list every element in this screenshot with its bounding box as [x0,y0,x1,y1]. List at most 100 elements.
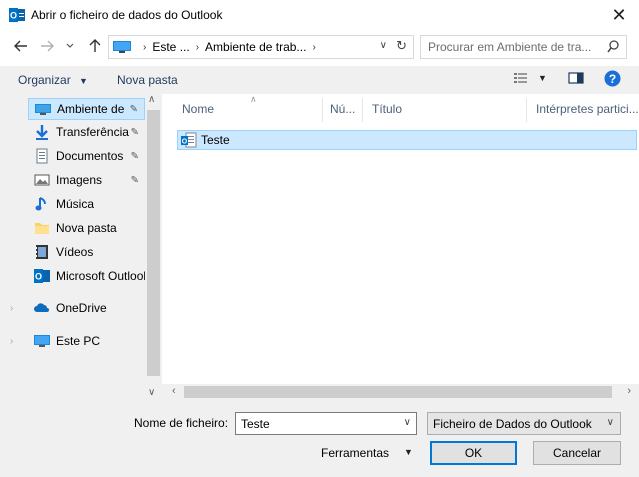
preview-pane-button[interactable] [568,71,584,88]
sidebar-item-new-folder[interactable]: Nova pasta [34,217,145,239]
outlook-data-file-icon: O [181,132,197,148]
dialog-footer: Nome de ficheiro: ∨ Ficheiro de Dados do… [0,400,639,477]
column-header-number[interactable]: Nú... [330,102,355,116]
pc-icon [34,335,50,347]
filetype-value: Ficheiro de Dados do Outlook [433,417,592,431]
window-title: Abrir o ficheiro de dados do Outlook [31,8,223,22]
recent-locations-button[interactable] [64,36,76,56]
music-icon [35,197,46,211]
sidebar-item-label: Vídeos [56,245,94,259]
documents-icon [36,148,48,164]
sidebar-item-downloads[interactable]: Transferência ✎ [34,121,145,143]
sidebar-item-label: Imagens [56,173,103,187]
search-box[interactable] [420,35,627,59]
cancel-button[interactable]: Cancelar [533,441,621,465]
column-header-name[interactable]: Nome [182,102,214,116]
scroll-right-icon[interactable]: › [627,385,631,397]
sidebar-item-label: Este PC [56,334,101,348]
sidebar-item-music[interactable]: Música [34,193,145,215]
ok-button[interactable]: OK [430,441,517,465]
sidebar-item-documents[interactable]: Documentos ✎ [34,145,145,167]
close-icon: ✕ [611,4,627,25]
address-bar[interactable]: › Este ... › Ambiente de trab... › ∨ ↻ [108,35,414,59]
pin-icon: ✎ [130,150,139,162]
view-dropdown-icon[interactable]: ▼ [538,73,547,83]
navigation-pane-scrollbar[interactable]: ∧ ∨ [145,94,162,400]
sidebar-item-microsoft-outlook[interactable]: O Microsoft Outlook [34,265,145,287]
pc-icon [113,41,131,53]
tools-button[interactable]: Ferramentas [321,446,389,460]
filename-input[interactable] [241,417,391,431]
sidebar-item-label: Ambiente de [57,102,125,116]
sidebar-item-label: Transferência [56,125,129,139]
scrollbar-thumb[interactable] [184,386,612,398]
pin-icon: ✎ [130,174,139,186]
arrow-left-icon [14,40,27,52]
search-input[interactable] [428,40,598,54]
desktop-icon [35,104,51,115]
new-folder-button[interactable]: Nova pasta [117,73,178,87]
organize-label: Organizar [18,73,71,87]
filetype-select[interactable]: Ficheiro de Dados do Outlook ∨ [427,412,621,435]
file-list: ∧ Nome Nú... Título Intérpretes partici.… [162,94,639,384]
arrow-up-icon [89,39,101,52]
help-button[interactable]: ? [604,70,621,90]
pictures-icon [34,174,50,186]
caret-down-icon[interactable]: ▼ [404,447,413,457]
svg-text:O: O [35,272,42,282]
chevron-down-icon[interactable]: ∨ [404,417,411,428]
organize-button[interactable]: Organizar ▼ [18,73,88,87]
preview-pane-icon [568,72,584,84]
chevron-down-icon [66,43,74,48]
sidebar-item-label: Microsoft Outlook [56,269,145,283]
expand-chevron-icon[interactable]: › [10,336,13,347]
column-header-contributing-artists[interactable]: Intérpretes partici... [536,102,639,116]
scroll-down-icon[interactable]: ∨ [148,387,155,398]
close-button[interactable]: ✕ [605,3,633,27]
svg-text:O: O [182,139,188,146]
pin-icon: ✎ [130,126,139,138]
breadcrumb-this-pc[interactable]: Este ... [152,40,189,54]
file-name: Teste [201,133,230,147]
breadcrumb-desktop[interactable]: Ambiente de trab... [205,40,306,54]
up-button[interactable] [86,36,104,56]
file-row[interactable]: O Teste [177,130,637,150]
sidebar-item-pictures[interactable]: Imagens ✎ [34,169,145,191]
onedrive-icon [34,303,49,312]
command-bar: Organizar ▼ Nova pasta ▼ ? [0,66,639,94]
sidebar-item-this-pc[interactable]: › Este PC [0,330,145,352]
column-header-title[interactable]: Título [372,102,402,116]
scrollbar-thumb[interactable] [147,110,160,376]
address-dropdown-icon[interactable]: ∨ [380,40,387,51]
filename-combobox[interactable]: ∨ [235,412,417,435]
view-options-button[interactable] [514,71,528,88]
file-list-horizontal-scrollbar[interactable]: ‹ › [162,384,639,400]
filename-label: Nome de ficheiro: [134,416,229,430]
caret-down-icon: ▼ [79,76,88,86]
refresh-icon[interactable]: ↻ [396,38,407,54]
sidebar-item-label: Documentos [56,149,124,163]
search-icon [607,40,619,53]
column-divider[interactable] [322,98,323,122]
back-button[interactable] [12,36,30,56]
sidebar-item-label: OneDrive [56,301,107,315]
column-divider[interactable] [362,98,363,122]
sidebar-item-videos[interactable]: Vídeos [34,241,145,263]
outlook-icon: O [9,8,25,22]
column-divider[interactable] [526,98,527,122]
forward-button[interactable] [38,36,56,56]
scroll-up-icon[interactable]: ∧ [148,94,155,105]
sidebar-item-desktop[interactable]: Ambiente de ✎ [28,98,145,120]
breadcrumb-separator-icon: › [312,41,316,53]
download-icon [36,125,48,140]
scroll-left-icon[interactable]: ‹ [172,385,176,397]
pin-icon: ✎ [129,103,138,115]
view-list-icon [514,73,527,83]
sort-ascending-icon: ∧ [250,94,257,104]
svg-text:?: ? [609,72,616,86]
expand-chevron-icon[interactable]: › [10,303,13,314]
navigation-bar: › Este ... › Ambiente de trab... › ∨ ↻ [0,32,639,62]
sidebar-item-onedrive[interactable]: › OneDrive [0,297,145,319]
breadcrumb-separator-icon: › [143,41,147,53]
navigation-pane: Ambiente de ✎ Transferência ✎ Documentos… [0,94,162,400]
